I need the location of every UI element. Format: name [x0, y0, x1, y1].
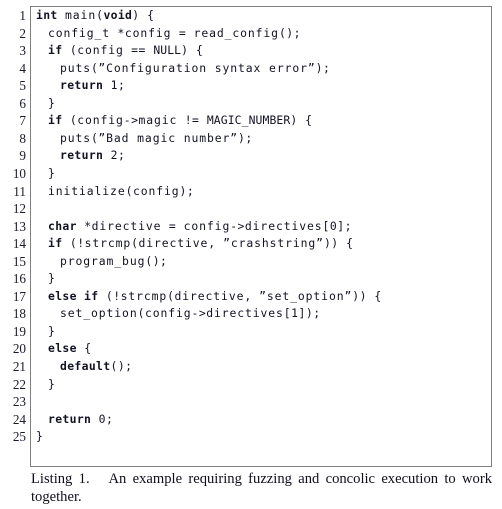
listing-caption: Listing 1. An example requiring fuzzing …: [31, 471, 492, 506]
code-line-text: program_bug();: [60, 253, 168, 268]
line-number: 6: [19, 95, 26, 111]
code-line: 21 default();: [13, 358, 491, 376]
code-line-text: return 0;: [48, 411, 114, 426]
code-line-text: }: [48, 271, 56, 286]
code-line-text: else if (!strcmp(directive, ”set_option”…: [48, 288, 382, 303]
code-line-text: if (config->magic != MAGIC_NUMBER) {: [48, 113, 313, 128]
code-line: 9 return 2;: [19, 147, 491, 165]
line-number: 8: [19, 130, 26, 146]
code-line-text: set_option(config->directives[1]);: [60, 306, 321, 321]
code-line: 2 config_t *config = read_config();: [19, 25, 491, 43]
line-number: 12: [12, 201, 26, 217]
code-line: 12: [13, 200, 491, 218]
code-line-text: }: [48, 376, 56, 391]
line-number: 4: [19, 60, 26, 76]
line-number: 20: [12, 341, 26, 357]
line-number: 24: [12, 411, 26, 427]
line-number: 23: [12, 394, 26, 410]
code-listing-frame: 1 int main(void) { 2 config_t *config = …: [13, 6, 492, 467]
code-line-text: config_t *config = read_config();: [48, 25, 302, 40]
code-line: 6 }: [19, 95, 491, 113]
code-line-text: initialize(config);: [48, 183, 195, 198]
line-number: 21: [12, 359, 26, 374]
code-line-text: default();: [60, 359, 133, 373]
line-number: 10: [12, 165, 26, 181]
line-number: 14: [12, 236, 26, 252]
code-line-text: }: [36, 429, 44, 444]
line-number: 3: [19, 43, 26, 59]
line-number: 18: [12, 306, 26, 322]
code-line: 5 return 1;: [19, 77, 491, 95]
code-line: 16 }: [13, 270, 491, 288]
line-number: 11: [13, 183, 26, 199]
line-number: 25: [12, 429, 26, 445]
caption-text: An example requiring fuzzing and concoli…: [31, 471, 492, 505]
code-line: 17 else if (!strcmp(directive, ”set_opti…: [13, 288, 491, 306]
line-number: 16: [12, 271, 26, 287]
code-line: 15 program_bug();: [13, 253, 491, 271]
line-number: 2: [19, 25, 26, 41]
line-number: 5: [19, 78, 26, 94]
code-line: 24 return 0;: [13, 411, 491, 429]
line-number: 9: [19, 148, 26, 164]
code-line-text: }: [48, 323, 56, 338]
code-line-text: else {: [48, 341, 92, 356]
code-line: 22 }: [13, 376, 491, 394]
code-line-text: puts(”Bad magic number”);: [60, 130, 253, 145]
code-line: 25 }: [13, 428, 491, 446]
line-number: 1: [19, 8, 26, 23]
code-line: 3 if (config == NULL) {: [19, 42, 491, 60]
code-line-text: char *directive = config->directives[0];: [48, 218, 352, 233]
code-line: 1 int main(void) {: [19, 7, 491, 25]
code-line-text: }: [48, 165, 56, 180]
code-line: 14 if (!strcmp(directive, ”crashstring”)…: [13, 235, 491, 253]
line-number: 7: [19, 113, 26, 129]
line-number: 19: [12, 323, 26, 339]
code-line-text: puts(”Configuration syntax error”);: [60, 60, 331, 75]
code-line: 23: [13, 393, 491, 411]
code-line: 19 }: [13, 323, 491, 341]
line-number: 22: [12, 376, 26, 392]
code-line-text: if (!strcmp(directive, ”crashstring”)) {: [48, 236, 354, 251]
caption-label: Listing 1.: [31, 471, 90, 487]
code-line-text: return 2;: [60, 148, 126, 163]
code-listing-figure: 1 int main(void) { 2 config_t *config = …: [0, 0, 502, 509]
line-number: 17: [12, 288, 26, 304]
code-line-text: return 1;: [60, 78, 126, 93]
code-line: 11 initialize(config);: [13, 183, 491, 201]
code-line: 7 if (config->magic != MAGIC_NUMBER) {: [19, 112, 491, 130]
line-number: 13: [12, 218, 26, 234]
code-line: 20 else {: [13, 340, 491, 358]
code-line: 13 char *directive = config->directives[…: [13, 218, 491, 236]
code-line: 18 set_option(config->directives[1]);: [13, 305, 491, 323]
code-line-text: int main(void) {: [36, 8, 155, 22]
code-line: 8 puts(”Bad magic number”);: [19, 130, 491, 148]
code-line-text: }: [48, 95, 56, 110]
code-line: 10 }: [13, 165, 491, 183]
code-line-text: if (config == NULL) {: [48, 43, 204, 58]
code-line: 4 puts(”Configuration syntax error”);: [19, 60, 491, 78]
line-number: 15: [12, 253, 26, 269]
